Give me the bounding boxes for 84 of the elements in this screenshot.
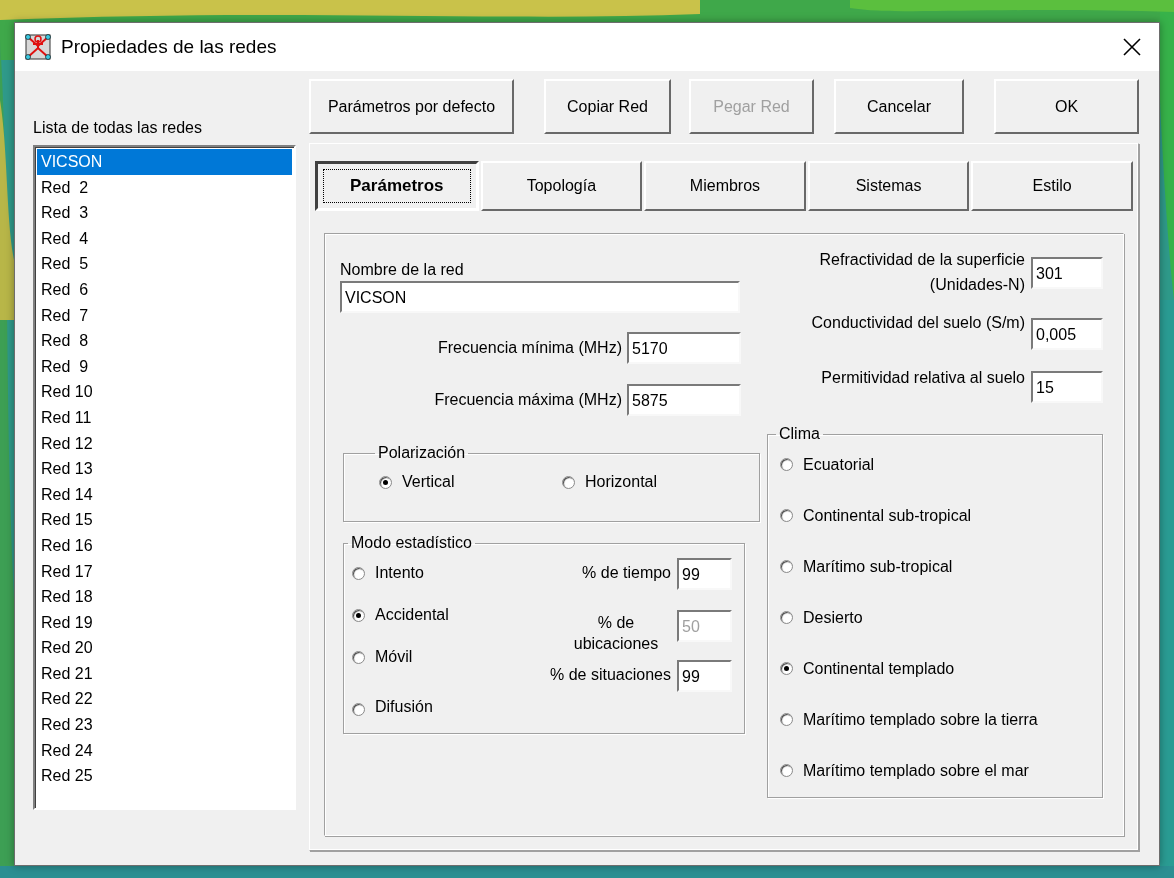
tab[interactable]: Miembros <box>644 161 806 211</box>
radio-label: Marítimo templado sobre la tierra <box>803 710 1038 729</box>
radio-label: Ecuatorial <box>803 455 875 474</box>
list-item[interactable]: Red 9 <box>37 353 292 380</box>
radio-button[interactable] <box>352 703 365 716</box>
group-label: Modo estadístico <box>350 534 473 552</box>
list-item[interactable]: Red 12 <box>37 430 292 457</box>
radio-button[interactable] <box>352 650 365 664</box>
radio-button[interactable] <box>352 608 365 622</box>
dialog-button[interactable]: Cancelar <box>834 79 964 134</box>
field-label: Nombre de la red <box>340 261 465 279</box>
tab[interactable]: Sistemas <box>807 161 970 211</box>
radio-label: Accidental <box>375 606 449 624</box>
list-item[interactable]: Red 11 <box>37 404 292 431</box>
input-field[interactable]: 0,005 <box>1031 318 1103 350</box>
list-item[interactable]: Red 21 <box>37 660 292 687</box>
list-item[interactable]: Red 20 <box>37 635 292 661</box>
list-item[interactable]: Red 10 <box>37 379 292 405</box>
dialog-button[interactable]: OK <box>994 79 1139 134</box>
window-title: Propiedades de las redes <box>61 36 278 58</box>
input-field[interactable]: 99 <box>677 660 732 692</box>
radio-button[interactable] <box>780 611 793 624</box>
tab[interactable]: Estilo <box>971 161 1133 211</box>
list-item[interactable]: Red 6 <box>37 276 292 303</box>
list-item[interactable]: Red 8 <box>37 328 292 354</box>
radio-button[interactable] <box>780 560 793 573</box>
tab[interactable]: Topología <box>480 161 643 211</box>
radio-label: Vertical <box>402 473 455 491</box>
radio-button[interactable] <box>780 509 793 522</box>
list-item[interactable]: Red 3 <box>37 200 292 226</box>
field-label: Refractividad de la superficie (Unidades-N) <box>818 250 1025 295</box>
list-item[interactable]: Red 22 <box>37 686 292 713</box>
list-item[interactable]: Red 15 <box>37 507 292 533</box>
list-item[interactable]: Red 2 <box>37 174 292 201</box>
radio-label: Desierto <box>803 608 863 627</box>
group-label: Clima <box>778 425 821 443</box>
field-label: Frecuencia mínima (MHz) <box>437 339 622 357</box>
list-item[interactable]: Red 24 <box>37 737 292 764</box>
input-field[interactable]: 5170 <box>627 332 741 364</box>
dialog-button[interactable]: Parámetros por defecto <box>309 79 514 134</box>
input-field[interactable]: 301 <box>1031 257 1103 289</box>
list-item[interactable]: Red 18 <box>37 584 292 610</box>
group-label: Polarización <box>377 444 467 462</box>
list-item[interactable]: Red 17 <box>37 558 292 585</box>
radio-button[interactable] <box>780 713 793 726</box>
list-item[interactable]: Red 25 <box>37 763 292 789</box>
field-label: Permitividad relativa al suelo <box>821 368 1025 388</box>
input-field[interactable]: 99 <box>677 558 732 590</box>
radio-label: Marítimo sub-tropical <box>803 557 953 576</box>
radio-button[interactable] <box>352 566 365 580</box>
list-item[interactable]: Red 5 <box>37 251 292 277</box>
radio-label: Continental templado <box>803 659 955 678</box>
radio-label: Continental sub-tropical <box>803 506 972 525</box>
list-item[interactable]: VICSON <box>37 149 292 175</box>
field-label: % de tiempo <box>582 564 671 582</box>
input-field[interactable]: 5875 <box>627 384 741 416</box>
radio-label: Horizontal <box>585 473 658 491</box>
list-label: Lista de todas las redes <box>33 119 203 138</box>
list-item[interactable]: Red 19 <box>37 609 292 636</box>
field-label: % de ubicaciones <box>572 613 660 654</box>
field-label: Frecuencia máxima (MHz) <box>434 391 622 409</box>
field-label: Conductividad del suelo (S/m) <box>811 313 1025 333</box>
list-item[interactable]: Red 13 <box>37 456 292 482</box>
radio-label: Móvil <box>375 648 413 666</box>
list-item[interactable]: Red 4 <box>37 225 292 252</box>
tab[interactable]: Parámetros <box>315 161 479 211</box>
close-icon <box>1122 37 1142 57</box>
radio-label: Intento <box>375 564 424 582</box>
list-item[interactable]: Red 7 <box>37 302 292 329</box>
radio-button[interactable] <box>780 458 793 471</box>
radio-label: Marítimo templado sobre el mar <box>803 761 1029 780</box>
list-item[interactable]: Red 16 <box>37 532 292 559</box>
radio-button[interactable] <box>780 764 793 777</box>
radio-button[interactable] <box>379 475 392 489</box>
list-item[interactable]: Red 23 <box>37 712 292 738</box>
dialog-button[interactable]: Copiar Red <box>544 79 671 134</box>
name-field[interactable]: VICSON <box>340 281 740 313</box>
radio-button[interactable] <box>780 662 793 675</box>
field-label: % de situaciones <box>550 666 671 684</box>
radio-label: Difusión <box>375 698 433 716</box>
input-field[interactable]: 15 <box>1031 371 1103 403</box>
list-item[interactable]: Red 14 <box>37 481 292 508</box>
network-icon <box>23 32 53 62</box>
radio-button[interactable] <box>562 475 575 489</box>
